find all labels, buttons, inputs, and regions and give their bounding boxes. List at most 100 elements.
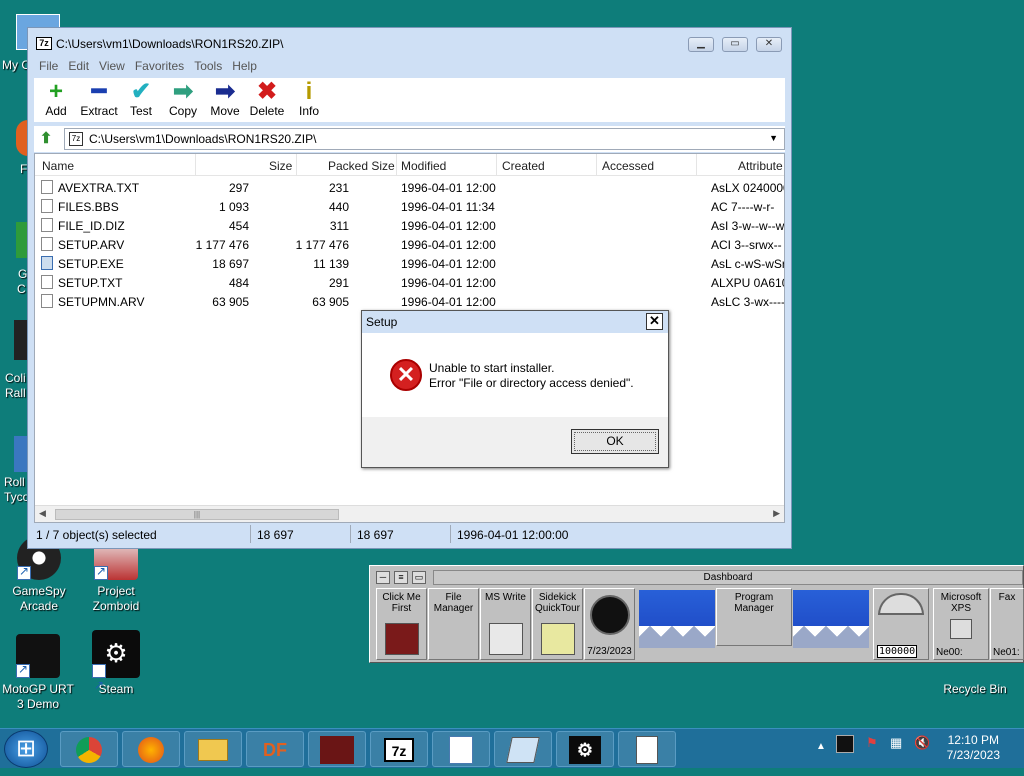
desktop-icon-label: Project Zomboid xyxy=(92,584,140,613)
taskbar-steam[interactable]: ⚙ xyxy=(556,731,614,767)
dashboard-title[interactable]: Dashboard xyxy=(433,570,1023,585)
column-accessed[interactable]: Accessed xyxy=(602,159,654,173)
dash-port: Ne00: xyxy=(936,647,963,658)
dash-clock[interactable]: 7/23/2023 xyxy=(584,588,635,660)
dashboard-minimize-icon[interactable]: ─ xyxy=(376,571,390,584)
menu-edit[interactable]: Edit xyxy=(63,58,94,74)
chevron-down-icon[interactable]: ▼ xyxy=(769,133,778,143)
taskbar-racing[interactable] xyxy=(308,731,366,767)
dash-file-manager[interactable]: File Manager xyxy=(428,588,479,660)
start-button[interactable] xyxy=(4,730,48,768)
dash-microsoft-xps[interactable]: Microsoft XPS Ne00: xyxy=(933,588,989,660)
file-name: FILES.BBS xyxy=(58,200,119,214)
up-folder-icon[interactable]: ⬆ xyxy=(36,130,56,148)
column-attribute[interactable]: Attribute xyxy=(738,159,783,173)
volume-muted-icon[interactable]: 🔇 xyxy=(914,735,930,751)
desktop-icon-partial-rollercoaster[interactable] xyxy=(14,436,28,472)
add-button[interactable]: + Add xyxy=(35,78,77,122)
taskbar-7zip[interactable]: 7z xyxy=(370,731,428,767)
racing-car-icon xyxy=(384,623,419,655)
scroll-left-icon[interactable]: ◀ xyxy=(39,508,46,519)
file-row[interactable]: AVEXTRA.TXT 297 231 1996-04-01 12:00 AsLX 02… xyxy=(35,178,784,197)
taskbar-date: 7/23/2023 xyxy=(946,748,1000,762)
maximize-button[interactable]: ▭ xyxy=(722,37,748,52)
column-packed-size[interactable]: Packed Size xyxy=(328,159,395,173)
dash-sidekick[interactable]: Sidekick QuickTour xyxy=(532,588,583,660)
desktop-icon-partial-colin[interactable] xyxy=(14,320,28,360)
address-field[interactable]: 7z C:\Users\vm1\Downloads\RON1RS20.ZIP\ … xyxy=(64,128,785,150)
column-size[interactable]: Size xyxy=(269,159,292,173)
file-row[interactable]: SETUP.EXE 18 697 11 139 1996-04-01 12:00 AsL… xyxy=(35,254,784,273)
file-row[interactable]: FILE_ID.DIZ 454 311 1996-04-01 12:00 AsI 3-w… xyxy=(35,216,784,235)
notepad-icon xyxy=(449,736,473,764)
taskbar-clock[interactable]: 12:10 PM 7/23/2023 xyxy=(947,733,1000,763)
file-row[interactable]: SETUP.TXT 484 291 1996-04-01 12:00 ALXPU 0A6… xyxy=(35,273,784,292)
partial-label: Tyco xyxy=(4,490,30,504)
dashboard-menu-icon[interactable]: ≡ xyxy=(394,571,408,584)
dash-click-me-first[interactable]: Click Me First xyxy=(376,588,427,660)
status-packed: 18 697 xyxy=(357,528,394,542)
file-row[interactable]: FILES.BBS 1 093 440 1996-04-01 11:34 AC 7---… xyxy=(35,197,784,216)
info-button[interactable]: i Info xyxy=(288,78,330,122)
move-button[interactable]: ➡ Move xyxy=(204,78,246,122)
horizontal-scrollbar[interactable]: ◀ ||| ▶ xyxy=(35,505,784,522)
close-button[interactable]: ✕ xyxy=(756,37,782,52)
desktop-icon-steam[interactable]: ⚙ Steam xyxy=(80,630,152,708)
taskbar-program[interactable] xyxy=(618,731,676,767)
tray-app-icon[interactable] xyxy=(836,735,854,753)
dash-gauge[interactable]: 100000 xyxy=(873,588,929,660)
menu-help[interactable]: Help xyxy=(227,58,262,74)
test-button[interactable]: ✔ Test xyxy=(120,78,162,122)
file-size: 63 905 xyxy=(212,295,249,309)
dash-program-manager[interactable]: Program Manager xyxy=(716,588,792,646)
dash-ms-write[interactable]: MS Write xyxy=(480,588,531,660)
menu-favorites[interactable]: Favorites xyxy=(130,58,189,74)
dash-fax[interactable]: Fax Ne01: xyxy=(990,588,1024,660)
dash-label: Fax xyxy=(998,592,1016,603)
ok-button[interactable]: OK xyxy=(571,429,659,454)
title-bar[interactable]: 7z C:\Users\vm1\Downloads\RON1RS20.ZIP\ … xyxy=(28,28,791,58)
copy-button[interactable]: ➡ Copy xyxy=(162,78,204,122)
minimize-button[interactable]: ▁ xyxy=(688,37,714,52)
dialog-message-line1: Unable to start installer. xyxy=(429,361,555,375)
delete-button[interactable]: ✖ Delete xyxy=(246,78,288,122)
taskbar-df[interactable]: DF xyxy=(246,731,304,767)
taskbar-firefox[interactable] xyxy=(122,731,180,767)
sevenzip-window: 7z C:\Users\vm1\Downloads\RON1RS20.ZIP\ … xyxy=(27,27,792,549)
dashboard-restore-icon[interactable]: ▭ xyxy=(412,571,426,584)
extract-button[interactable]: ━ Extract xyxy=(78,78,120,122)
taskbar-chrome[interactable] xyxy=(60,731,118,767)
menu-tools[interactable]: Tools xyxy=(189,58,227,74)
desktop-icon-motogp[interactable]: MotoGP URT 3 Demo xyxy=(2,634,74,712)
sevenzip-icon: 7z xyxy=(36,37,52,50)
network-icon[interactable]: ▦ xyxy=(890,735,902,751)
taskbar-notepad[interactable] xyxy=(432,731,490,767)
exe-file-icon xyxy=(41,256,53,270)
taskbar-write[interactable] xyxy=(494,731,552,767)
racing-car-icon xyxy=(320,736,354,764)
desktop-icon-recycle-bin[interactable]: Recycle Bin xyxy=(938,682,1012,697)
file-modified: 1996-04-01 11:34 xyxy=(401,200,495,214)
file-row[interactable]: SETUP.ARV 1 177 476 1 177 476 1996-04-01 12… xyxy=(35,235,784,254)
desktop-icon-label: GameSpy Arcade xyxy=(12,584,66,613)
steam-icon: ⚙ xyxy=(92,630,140,708)
taskbar-explorer[interactable] xyxy=(184,731,242,767)
scroll-right-icon[interactable]: ▶ xyxy=(773,508,780,519)
menu-view[interactable]: View xyxy=(94,58,130,74)
dialog-close-icon[interactable]: ✕ xyxy=(646,313,663,330)
write-pen-icon xyxy=(488,623,523,655)
action-center-icon[interactable]: ⚑ xyxy=(866,735,878,751)
dialog-title-bar[interactable]: Setup ✕ xyxy=(362,311,668,333)
column-modified[interactable]: Modified xyxy=(401,159,446,173)
file-name: SETUP.TXT xyxy=(58,276,123,290)
menu-file[interactable]: File xyxy=(34,58,63,74)
partial-label: C xyxy=(17,282,26,296)
tray-expand-icon[interactable]: ▲ xyxy=(816,741,826,752)
toolbar-label: Move xyxy=(210,104,240,118)
toolbar-label: Extract xyxy=(80,104,118,118)
scroll-thumb[interactable]: ||| xyxy=(55,509,339,520)
column-created[interactable]: Created xyxy=(502,159,545,173)
column-name[interactable]: Name xyxy=(42,159,74,173)
file-row[interactable]: SETUPMN.ARV 63 905 63 905 1996-04-01 12:00 A… xyxy=(35,292,784,311)
file-modified: 1996-04-01 12:00 xyxy=(401,181,496,195)
